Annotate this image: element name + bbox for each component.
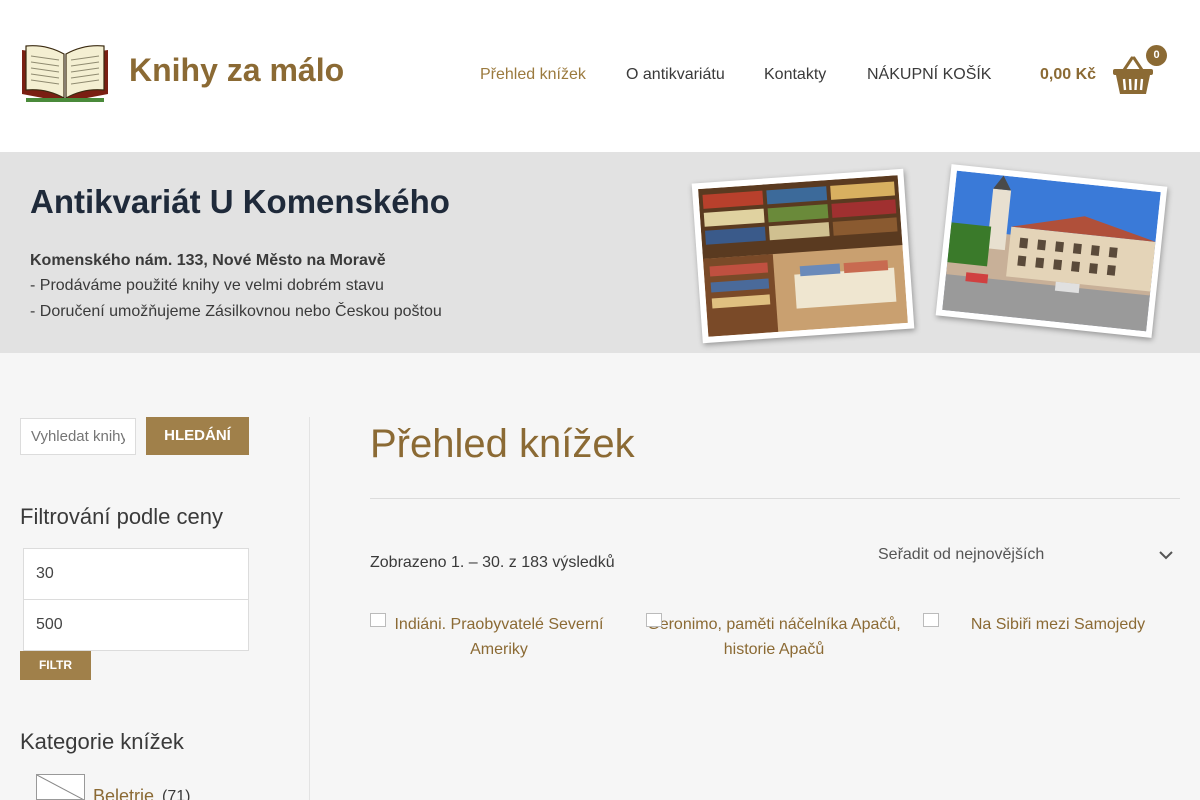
nav-nakupni-kosik[interactable]: NÁKUPNÍ KOŠÍK: [867, 66, 991, 84]
site-header: Knihy za málo Přehled knížek O antikvari…: [0, 0, 1200, 152]
min-price-field[interactable]: 30: [23, 548, 249, 600]
banner-line-2: - Doručení umožňujeme Zásilkovnou nebo Č…: [30, 303, 442, 320]
price-filter-title: Filtrování podle ceny: [20, 504, 223, 529]
cart-total[interactable]: 0,00 Kč: [1040, 66, 1096, 84]
cart-count-badge: 0: [1146, 45, 1167, 66]
town-square-photo: [935, 164, 1168, 338]
sidebar-divider: [309, 417, 310, 800]
categories-title: Kategorie knížek: [20, 729, 184, 754]
max-price-field[interactable]: 500: [23, 599, 249, 651]
hero-banner: Antikvariát U Komenského Komenského nám.…: [0, 152, 1200, 353]
banner-line-1: - Prodáváme použité knihy ve velmi dobré…: [30, 277, 384, 294]
category-link-beletrie[interactable]: Beletrie: [93, 786, 154, 800]
nav-kontakty[interactable]: Kontakty: [764, 66, 826, 84]
banner-title: Antikvariát U Komenského: [30, 183, 450, 220]
page-title: Přehled knížek: [370, 422, 635, 466]
category-thumbnail-icon: [36, 774, 85, 800]
product-card[interactable]: Geronimo, paměti náčelníka Apačů, histor…: [646, 612, 902, 662]
bookshop-interior-photo: [691, 168, 915, 344]
nav-o-antikvariatu[interactable]: O antikvariátu: [626, 66, 725, 84]
product-title[interactable]: Na Sibiři mezi Samojedy: [971, 616, 1145, 633]
nav-prehled-knizek[interactable]: Přehled knížek: [480, 66, 586, 84]
banner-address: Komenského nám. 133, Nové Město na Morav…: [30, 252, 386, 269]
search-input[interactable]: [20, 418, 136, 455]
product-title[interactable]: Geronimo, paměti náčelníka Apačů, histor…: [647, 616, 900, 658]
search-button[interactable]: HLEDÁNÍ: [146, 417, 249, 455]
category-count: (71): [162, 788, 191, 800]
result-count: Zobrazeno 1. – 30. z 183 výsledků: [370, 554, 615, 571]
title-divider: [370, 498, 1180, 499]
product-card[interactable]: Na Sibiři mezi Samojedy: [923, 612, 1193, 637]
sort-select[interactable]: Seřadit od nejnovějších: [878, 546, 1044, 564]
site-title[interactable]: Knihy za málo: [129, 52, 344, 89]
chevron-down-icon[interactable]: [1158, 548, 1174, 562]
broken-image-icon: [370, 613, 386, 627]
broken-image-icon: [923, 613, 939, 627]
filter-button[interactable]: FILTR: [20, 651, 91, 680]
broken-image-icon: [646, 613, 662, 627]
product-title[interactable]: Indiáni. Praobyvatelé Severní Ameriky: [394, 616, 603, 658]
open-book-logo-icon[interactable]: [20, 42, 110, 104]
product-card[interactable]: Indiáni. Praobyvatelé Severní Ameriky: [370, 612, 628, 662]
